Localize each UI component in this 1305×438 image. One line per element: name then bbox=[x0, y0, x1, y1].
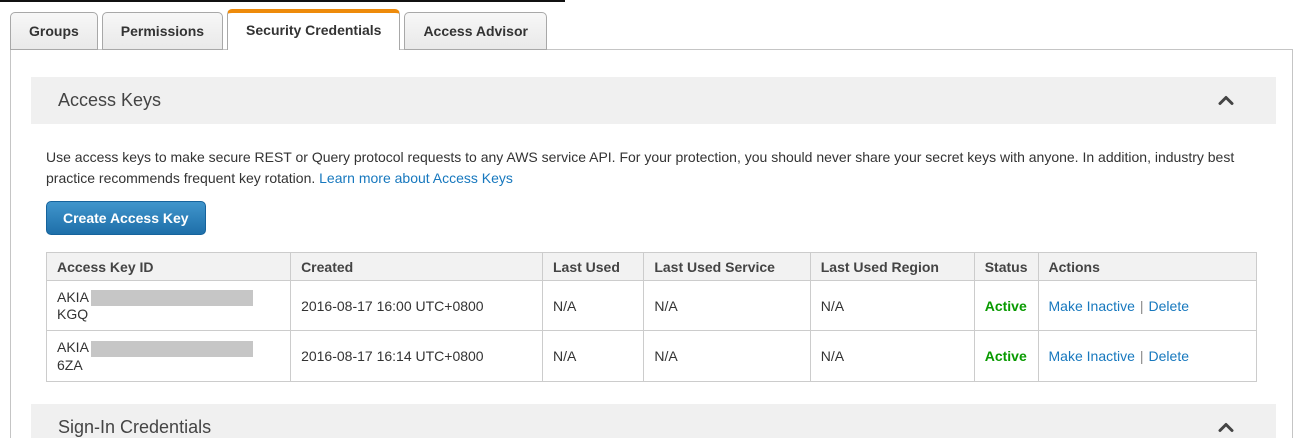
chevron-up-icon bbox=[1218, 95, 1234, 106]
access-keys-description: Use access keys to make secure REST or Q… bbox=[46, 147, 1257, 189]
delete-link[interactable]: Delete bbox=[1149, 298, 1189, 314]
chevron-up-icon bbox=[1218, 422, 1234, 433]
status-badge: Active bbox=[985, 348, 1027, 364]
tab-groups[interactable]: Groups bbox=[10, 12, 98, 50]
column-header-access-key-id: Access Key ID bbox=[47, 253, 291, 281]
redacted-key-mask bbox=[91, 290, 253, 306]
last-used-cell: N/A bbox=[542, 331, 643, 381]
access-key-suffix: KGQ bbox=[57, 306, 88, 322]
section-gap bbox=[31, 382, 1276, 404]
access-keys-collapse-button[interactable] bbox=[1214, 91, 1238, 110]
redacted-key-mask bbox=[91, 341, 253, 357]
make-inactive-link[interactable]: Make Inactive bbox=[1049, 298, 1135, 314]
tab-access-advisor[interactable]: Access Advisor bbox=[404, 12, 547, 50]
table-row: AKIA 6ZA 2016-08-17 16:14 UTC+0800 N/A N/… bbox=[47, 331, 1257, 381]
make-inactive-link[interactable]: Make Inactive bbox=[1049, 348, 1135, 364]
access-keys-section-header: Access Keys bbox=[31, 77, 1276, 124]
access-keys-section: Access Keys Use access keys to make secu… bbox=[31, 77, 1276, 382]
access-key-suffix: 6ZA bbox=[57, 357, 83, 373]
signin-credentials-section-header: Sign-In Credentials bbox=[31, 404, 1276, 438]
column-header-last-used-service: Last Used Service bbox=[644, 253, 810, 281]
delete-link[interactable]: Delete bbox=[1149, 348, 1189, 364]
table-header-row: Access Key ID Created Last Used Last Use… bbox=[47, 253, 1257, 281]
access-key-id-cell: AKIA 6ZA bbox=[47, 331, 291, 381]
signin-credentials-section-title: Sign-In Credentials bbox=[58, 417, 211, 438]
tab-permissions[interactable]: Permissions bbox=[102, 12, 223, 50]
signin-credentials-collapse-button[interactable] bbox=[1214, 418, 1238, 437]
last-used-service-cell: N/A bbox=[644, 281, 810, 331]
learn-more-access-keys-link[interactable]: Learn more about Access Keys bbox=[319, 170, 513, 186]
access-key-prefix: AKIA bbox=[57, 339, 89, 355]
status-cell: Active bbox=[974, 281, 1038, 331]
column-header-created: Created bbox=[291, 253, 543, 281]
last-used-service-cell: N/A bbox=[644, 331, 810, 381]
access-key-prefix: AKIA bbox=[57, 289, 89, 305]
last-used-region-cell: N/A bbox=[810, 331, 974, 381]
table-row: AKIAKGQ 2016-08-17 16:00 UTC+0800 N/A N/… bbox=[47, 281, 1257, 331]
tab-content-panel: Access Keys Use access keys to make secu… bbox=[10, 49, 1293, 438]
actions-cell: Make Inactive | Delete bbox=[1038, 331, 1256, 381]
access-keys-section-body: Use access keys to make secure REST or Q… bbox=[31, 147, 1276, 382]
created-cell: 2016-08-17 16:00 UTC+0800 bbox=[291, 281, 543, 331]
status-cell: Active bbox=[974, 331, 1038, 381]
access-key-id-cell: AKIAKGQ bbox=[47, 281, 291, 331]
access-keys-table: Access Key ID Created Last Used Last Use… bbox=[46, 252, 1257, 382]
status-badge: Active bbox=[985, 298, 1027, 314]
last-used-region-cell: N/A bbox=[810, 281, 974, 331]
signin-credentials-section: Sign-In Credentials User Name adventurer… bbox=[31, 404, 1276, 438]
create-access-key-button[interactable]: Create Access Key bbox=[46, 201, 206, 235]
action-separator: | bbox=[1140, 298, 1144, 314]
column-header-status: Status bbox=[974, 253, 1038, 281]
column-header-last-used: Last Used bbox=[542, 253, 643, 281]
action-separator: | bbox=[1140, 348, 1144, 364]
column-header-last-used-region: Last Used Region bbox=[810, 253, 974, 281]
tab-bar: Groups Permissions Security Credentials … bbox=[0, 0, 1305, 49]
actions-cell: Make Inactive | Delete bbox=[1038, 281, 1256, 331]
created-cell: 2016-08-17 16:14 UTC+0800 bbox=[291, 331, 543, 381]
access-keys-description-text: Use access keys to make secure REST or Q… bbox=[46, 149, 1234, 186]
last-used-cell: N/A bbox=[542, 281, 643, 331]
tab-security-credentials[interactable]: Security Credentials bbox=[227, 9, 400, 50]
access-keys-section-title: Access Keys bbox=[58, 90, 161, 111]
column-header-actions: Actions bbox=[1038, 253, 1256, 281]
